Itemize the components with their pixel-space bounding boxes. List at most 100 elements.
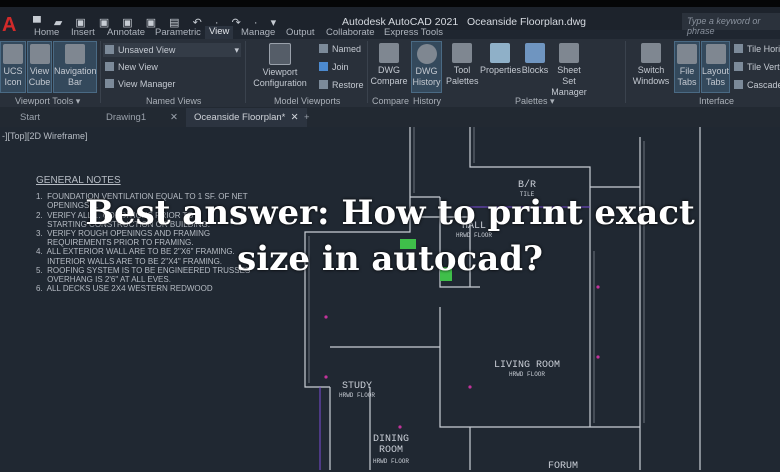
navigation-bar-button[interactable]: Navigation Bar (53, 41, 97, 93)
label: Navigation Bar (54, 66, 97, 87)
view-cube-button[interactable]: View Cube (27, 41, 52, 93)
ucs-icon (3, 44, 23, 64)
file-tabs-icon (677, 44, 697, 64)
room-floor: HRWD FLOOR (338, 392, 376, 399)
new-view-button[interactable]: New View (105, 62, 158, 72)
label: New View (118, 62, 158, 72)
label: Tile Vertically (747, 62, 780, 72)
tab-collaborate[interactable]: Collaborate (326, 27, 375, 38)
dwg-history-button[interactable]: DWG History (411, 41, 442, 93)
file-tabs: Start Drawing1 ✕ Oceanside Floorplan* ✕ … (0, 107, 780, 127)
tab-insert[interactable]: Insert (71, 27, 95, 38)
label: Cascade (747, 80, 780, 90)
blocks-button[interactable]: Blocks (521, 41, 549, 76)
layout-tabs-button[interactable]: Layout Tabs (701, 41, 730, 93)
sheet-set-manager-button[interactable]: Sheet Set Manager (550, 41, 588, 98)
tab-express-tools[interactable]: Express Tools (384, 27, 443, 38)
label: Tool Palettes (446, 65, 479, 86)
room-floor: HRWD FLOOR (372, 458, 409, 465)
cube-icon (29, 44, 50, 64)
panel-label-palettes[interactable]: Palettes ▾ (515, 96, 555, 107)
properties-button[interactable]: Properties (480, 41, 522, 76)
headline-line: size in autocad? (237, 239, 543, 279)
view-icon (105, 45, 114, 54)
tab-annotate[interactable]: Annotate (107, 27, 145, 38)
close-icon[interactable]: ✕ (170, 112, 178, 123)
room-name: STUDY (341, 381, 373, 392)
file-tab-drawing1[interactable]: Drawing1 (106, 112, 146, 123)
divider (625, 41, 626, 103)
tab-output[interactable]: Output (286, 27, 315, 38)
room-name: FORUM (547, 461, 579, 472)
new-view-icon (105, 62, 114, 71)
search-input[interactable]: Type a keyword or phrase (682, 13, 780, 36)
label: Named (332, 44, 362, 54)
wall (304, 127, 701, 470)
named-viewports-button[interactable]: Named (319, 44, 361, 54)
divider (367, 41, 368, 103)
tile-horizontally-button[interactable]: Tile Horizontally (734, 44, 780, 54)
outlet-mark (324, 375, 328, 379)
room-label-living-room: LIVING ROOM HRWD FLOOR (494, 360, 560, 378)
ucs-icon-button[interactable]: UCS Icon (0, 41, 26, 93)
panel-label-model-viewports: Model Viewports (274, 96, 341, 106)
room-floor: HRWD FLOOR (508, 371, 546, 378)
tile-horizontal-icon (734, 44, 743, 53)
navigation-bar-icon (65, 44, 85, 64)
ribbon-tabs: Home Insert Annotate Parametric View Man… (0, 26, 780, 40)
label: Sheet Set Manager (551, 65, 587, 97)
blocks-icon (525, 43, 545, 63)
note-line: 6. ALL DECKS USE 2X4 WESTERN REDWOOD (36, 284, 213, 294)
divider (100, 41, 101, 103)
cascade-icon (734, 80, 743, 89)
panel-label-viewport-tools[interactable]: Viewport Tools ▾ (15, 96, 80, 107)
restore-icon (319, 80, 328, 89)
history-clock-icon (416, 44, 437, 64)
restore-button[interactable]: Restore (319, 80, 364, 90)
named-view-dropdown[interactable]: Unsaved View ▾ (103, 43, 241, 57)
view-manager-button[interactable]: View Manager (105, 79, 175, 89)
label: Viewport Configuration (253, 67, 307, 88)
tool-palettes-button[interactable]: Tool Palettes (446, 41, 479, 87)
panel-label-named-views: Named Views (146, 96, 202, 106)
tile-vertically-button[interactable]: Tile Vertically (734, 62, 780, 72)
headline-line: Best answer: How to print exact (85, 193, 695, 233)
label: Properties (480, 65, 522, 75)
label: UCS Icon (3, 66, 23, 87)
cascade-button[interactable]: Cascade (734, 80, 780, 90)
file-tab-start[interactable]: Start (20, 112, 40, 123)
dwg-compare-button[interactable]: DWG Compare (370, 41, 408, 87)
outlet-mark (468, 385, 472, 389)
viewport-configuration-button[interactable]: Viewport Configuration (250, 41, 310, 89)
label: Blocks (521, 65, 549, 75)
label: Unsaved View (118, 45, 176, 55)
switch-windows-button[interactable]: Switch Windows (630, 41, 672, 87)
tab-manage[interactable]: Manage (241, 27, 275, 38)
room-label-forum: FORUM (548, 461, 578, 472)
named-icon (319, 44, 328, 53)
outlet-mark (596, 285, 600, 289)
window-title: Autodesk AutoCAD 2021 Oceanside Floorpla… (342, 16, 586, 28)
tab-home[interactable]: Home (34, 27, 59, 38)
file-tab-oceanside-floorplan[interactable]: Oceanside Floorplan* ✕ (186, 108, 307, 127)
join-button[interactable]: Join (319, 62, 349, 72)
join-icon (319, 62, 328, 71)
label: Layout Tabs (702, 66, 730, 87)
label: DWG Compare (370, 65, 408, 86)
new-tab-button[interactable]: + (304, 112, 310, 123)
drawing-viewport[interactable]: -][Top][2D Wireframe] GENERAL NOTES 1. F… (0, 127, 780, 472)
label: DWG History (412, 66, 441, 87)
tab-view[interactable]: View (205, 26, 234, 40)
notes-title: GENERAL NOTES (36, 175, 121, 186)
tab-parametric[interactable]: Parametric (155, 27, 201, 38)
article-headline: Best answer: How to print exact size in … (0, 190, 780, 282)
label: View Cube (28, 66, 51, 87)
label: Restore (332, 80, 364, 90)
panel-label-interface: Interface (699, 96, 735, 106)
tool-palettes-icon (452, 43, 472, 63)
room-name: DINING ROOM (372, 434, 409, 456)
close-icon[interactable]: ✕ (291, 112, 299, 123)
outlet-mark (324, 315, 328, 319)
file-tabs-button[interactable]: File Tabs (674, 41, 700, 93)
panel-label-history: History (413, 96, 442, 106)
